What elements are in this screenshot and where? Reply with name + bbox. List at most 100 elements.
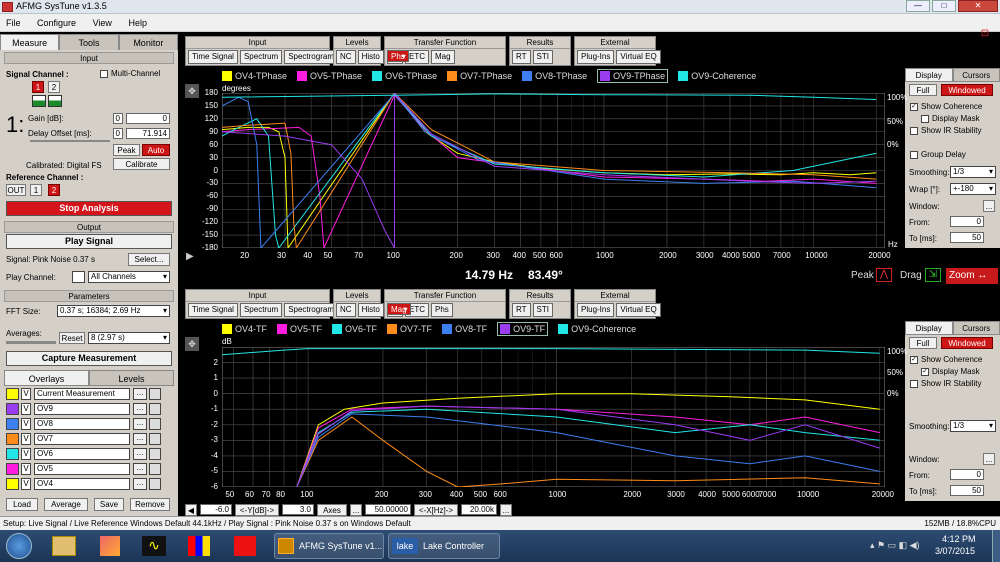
legend-item[interactable]: OV7-TF bbox=[387, 322, 432, 336]
legend-item[interactable]: OV4-TPhase bbox=[222, 69, 287, 83]
overlay-name[interactable]: OV9 bbox=[34, 403, 130, 415]
ref-ch2-button[interactable]: 2 bbox=[48, 184, 60, 196]
axis-left-arrow[interactable]: ◀ bbox=[185, 503, 197, 516]
auto-button[interactable]: Auto bbox=[142, 144, 170, 156]
toolbar-button-plug-ins[interactable]: Plug-Ins bbox=[577, 303, 615, 317]
legend-item[interactable]: OV4-TF bbox=[222, 322, 267, 336]
overlay-name[interactable]: OV7 bbox=[34, 433, 130, 445]
lock-icon[interactable] bbox=[149, 418, 161, 430]
overlay-color-swatch[interactable] bbox=[6, 433, 19, 445]
lock-icon[interactable] bbox=[149, 463, 161, 475]
x-axis-label[interactable]: <-X[Hz]-> bbox=[414, 503, 458, 516]
overlay-menu-button[interactable]: ... bbox=[133, 388, 147, 400]
top-smoothing-select[interactable]: 1/3 bbox=[950, 166, 996, 178]
overlay-menu-button[interactable]: ... bbox=[133, 478, 147, 490]
overlay-name[interactable]: OV4 bbox=[34, 478, 130, 490]
top-display-mask[interactable]: Display Mask bbox=[921, 114, 980, 123]
legend-item[interactable]: OV8-TF bbox=[442, 322, 487, 336]
top-windowed-button[interactable]: Windowed bbox=[941, 84, 993, 96]
bottom-magnitude-plot[interactable] bbox=[222, 347, 885, 487]
toolbar-button-time-signal[interactable]: Time Signal bbox=[188, 50, 238, 64]
zoom-button[interactable]: Zoom ↔ bbox=[946, 268, 998, 284]
toolbar-button-spectrum[interactable]: Spectrum bbox=[239, 50, 283, 64]
top-to-input[interactable]: 50 bbox=[950, 232, 984, 243]
overlay-visible-toggle[interactable]: V bbox=[21, 388, 31, 400]
toolbar-button-rt[interactable]: RT bbox=[512, 303, 531, 317]
overlay-color-swatch[interactable] bbox=[6, 463, 19, 475]
toolbar-button-histo[interactable]: Histo bbox=[357, 303, 384, 317]
x-axis-menu-button[interactable]: ... bbox=[500, 503, 512, 516]
tab-tools[interactable]: Tools bbox=[59, 34, 119, 50]
top-phase-plot[interactable] bbox=[222, 93, 885, 248]
bottom-window-button[interactable]: ... bbox=[983, 453, 995, 465]
overlay-row[interactable]: V OV9... bbox=[6, 402, 168, 416]
top-wrap-select[interactable]: +-180 bbox=[950, 183, 996, 195]
toolbar-button-plug-ins[interactable]: Plug-Ins bbox=[577, 50, 615, 64]
toolbar-button-mag[interactable]: Mag bbox=[387, 303, 411, 316]
restore-icon[interactable]: ⊡ bbox=[976, 28, 994, 46]
overlay-name[interactable]: Current Measurement bbox=[34, 388, 130, 400]
peak-toggle[interactable]: Peak bbox=[851, 270, 874, 281]
calibrate-button[interactable]: Calibrate bbox=[113, 158, 170, 170]
overlay-menu-button[interactable]: ... bbox=[133, 418, 147, 430]
axes-menu-button[interactable]: ... bbox=[350, 503, 362, 516]
bottom-tab-display[interactable]: Display bbox=[905, 321, 953, 335]
legend-item[interactable]: OV8-TPhase bbox=[522, 69, 587, 83]
y-high-input[interactable]: 3.0 bbox=[282, 504, 314, 515]
load-button[interactable]: Load bbox=[6, 498, 38, 511]
averages-select[interactable]: 8 (2.97 s) bbox=[88, 332, 170, 344]
lock-icon[interactable] bbox=[149, 388, 161, 400]
overlay-color-swatch[interactable] bbox=[6, 403, 19, 415]
toolbar-button-rt[interactable]: RT bbox=[512, 50, 531, 64]
bottom-tab-cursors[interactable]: Cursors bbox=[952, 321, 1000, 335]
tab-overlays[interactable]: Overlays bbox=[4, 370, 89, 386]
tab-monitor[interactable]: Monitor bbox=[118, 34, 178, 50]
red-app-icon[interactable] bbox=[234, 536, 256, 556]
multi-channel-checkbox[interactable]: Multi-Channel bbox=[100, 69, 160, 78]
lock-icon[interactable] bbox=[149, 448, 161, 460]
toolbar-button-spectrogram[interactable]: Spectrogram bbox=[284, 50, 338, 64]
taskbar-lake[interactable]: lake Lake Controller bbox=[388, 533, 500, 559]
bottom-full-button[interactable]: Full bbox=[909, 337, 937, 349]
bottom-show-coherence[interactable]: ✓ Show Coherence bbox=[910, 355, 982, 364]
overlay-row[interactable]: V OV7... bbox=[6, 432, 168, 446]
start-icon[interactable] bbox=[6, 533, 32, 559]
toolbar-button-spectrum[interactable]: Spectrum bbox=[239, 303, 283, 317]
toolbar-button-nc[interactable]: NC bbox=[336, 50, 356, 64]
overlay-visible-toggle[interactable]: V bbox=[21, 448, 31, 460]
x-high-input[interactable]: 20.00k bbox=[461, 504, 497, 515]
toolbar-button-nc[interactable]: NC bbox=[336, 303, 356, 317]
overlay-name[interactable]: OV5 bbox=[34, 463, 130, 475]
peak-button[interactable]: Peak bbox=[113, 144, 140, 156]
overlay-menu-button[interactable]: ... bbox=[133, 448, 147, 460]
bottom-windowed-button[interactable]: Windowed bbox=[941, 337, 993, 349]
average-button[interactable]: Average bbox=[44, 498, 88, 511]
gain-input[interactable]: 0 bbox=[126, 113, 170, 124]
toolbar-button-mag[interactable]: Mag bbox=[431, 50, 455, 64]
signal-ch1-button[interactable]: 1 bbox=[32, 81, 44, 93]
x-low-input[interactable]: 50.00000 bbox=[365, 504, 411, 515]
y-low-input[interactable]: -6.0 bbox=[200, 504, 232, 515]
overlay-visible-toggle[interactable]: V bbox=[21, 478, 31, 490]
bottom-pan-icon[interactable]: ✥ bbox=[185, 337, 199, 351]
overlay-name[interactable]: OV8 bbox=[34, 418, 130, 430]
ref-ch1-button[interactable]: 1 bbox=[30, 184, 42, 196]
toolbar-button-virtual-eq[interactable]: Virtual EQ bbox=[616, 50, 661, 64]
menu-configure[interactable]: Configure bbox=[37, 14, 76, 32]
delay-slider[interactable] bbox=[30, 140, 110, 142]
axes-button[interactable]: Axes bbox=[317, 503, 347, 516]
bottom-from-input[interactable]: 0 bbox=[950, 469, 984, 480]
overlay-menu-button[interactable]: ... bbox=[133, 463, 147, 475]
matlab-icon[interactable] bbox=[100, 536, 120, 556]
menu-view[interactable]: View bbox=[93, 14, 112, 32]
delay-box[interactable]: 0 bbox=[113, 128, 123, 139]
toolbar-button-spectrogram[interactable]: Spectrogram bbox=[284, 303, 338, 317]
chart-app-icon[interactable] bbox=[188, 536, 210, 556]
menu-file[interactable]: File bbox=[6, 14, 21, 32]
top-from-input[interactable]: 0 bbox=[950, 216, 984, 227]
toolbar-button-virtual-eq[interactable]: Virtual EQ bbox=[616, 303, 661, 317]
bottom-smoothing-select[interactable]: 1/3 bbox=[950, 420, 996, 432]
drag-icon[interactable]: ⇲ bbox=[925, 268, 941, 282]
toolbar-button-histo[interactable]: Histo bbox=[357, 50, 384, 64]
select-button[interactable]: Select... bbox=[128, 253, 170, 266]
